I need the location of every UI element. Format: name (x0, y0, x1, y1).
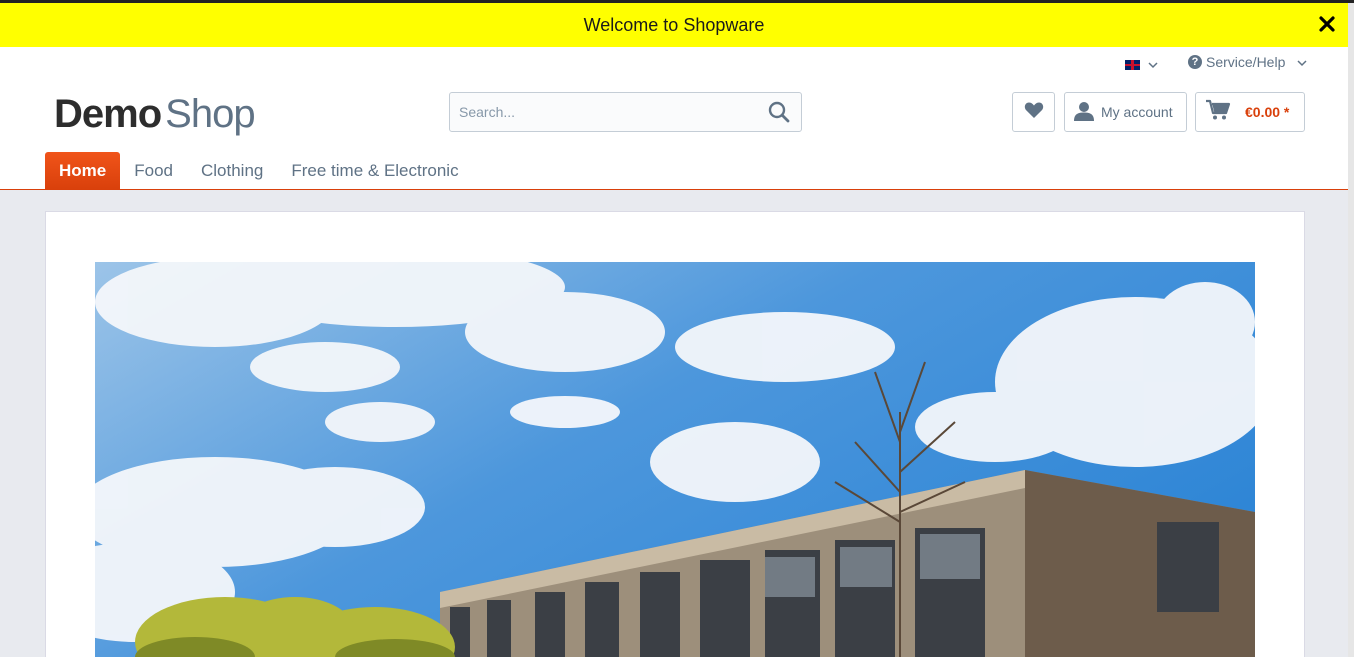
hero-image[interactable] (95, 262, 1255, 657)
chevron-down-icon (1297, 54, 1307, 70)
close-icon[interactable] (1318, 15, 1336, 33)
my-account-label: My account (1101, 104, 1173, 120)
shop-header: ? Service/Help DemoShop My account €0.00… (0, 47, 1348, 190)
search-icon[interactable] (757, 93, 801, 131)
flag-uk-icon (1125, 60, 1140, 70)
nav-item-free-time-electronic[interactable]: Free time & Electronic (277, 152, 472, 190)
service-help-label: Service/Help (1206, 54, 1286, 70)
chevron-down-icon (1148, 56, 1158, 74)
cart-button[interactable]: €0.00 * (1195, 92, 1305, 132)
my-account-button[interactable]: My account (1064, 92, 1187, 132)
search-box (449, 92, 802, 132)
shop-logo[interactable]: Demo Shop (54, 90, 256, 138)
cart-icon (1205, 99, 1231, 126)
nav-item-clothing[interactable]: Clothing (187, 152, 277, 190)
service-help-menu[interactable]: ? Service/Help (1188, 54, 1307, 70)
scrollbar[interactable] (1348, 3, 1354, 657)
cart-amount: €0.00 * (1245, 104, 1290, 120)
heart-icon (1024, 101, 1044, 124)
help-circle-icon: ? (1188, 55, 1202, 69)
language-switcher[interactable] (1125, 56, 1158, 74)
logo-demo: Demo (54, 92, 162, 136)
nav-item-home[interactable]: Home (45, 152, 121, 190)
nav-item-food[interactable]: Food (120, 152, 187, 190)
main-navigation: Home Food Clothing Free time & Electroni… (45, 152, 473, 190)
welcome-text: Welcome to Shopware (583, 14, 765, 35)
user-icon (1073, 100, 1095, 125)
search-input[interactable] (450, 93, 757, 131)
logo-shop: Shop (165, 92, 255, 136)
welcome-banner: Welcome to Shopware (0, 3, 1348, 47)
wishlist-button[interactable] (1012, 92, 1055, 132)
